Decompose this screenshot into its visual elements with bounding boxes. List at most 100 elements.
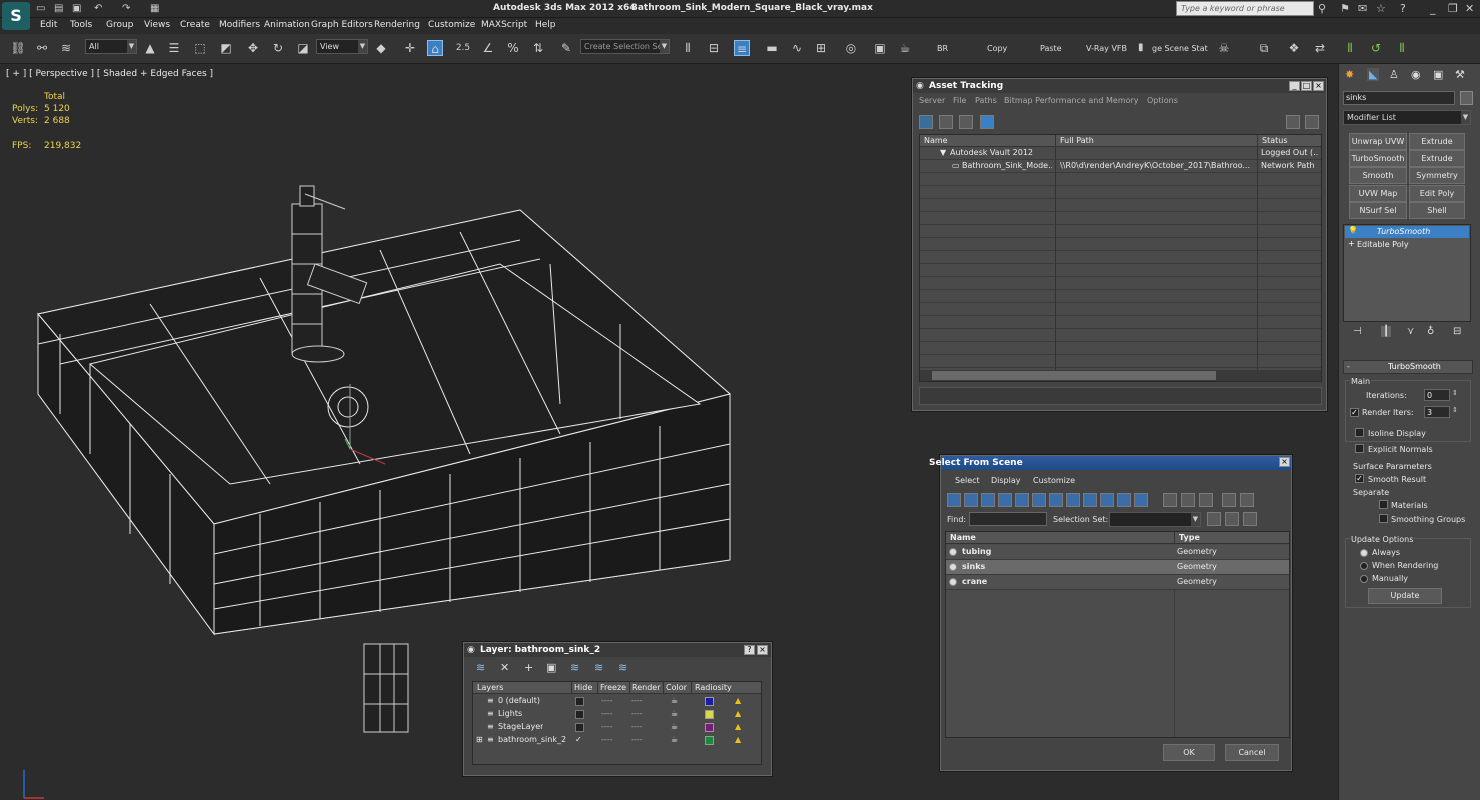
rectangle-selection-icon[interactable]: ⬚ <box>192 40 208 56</box>
maximize-button[interactable]: □ <box>1301 81 1312 91</box>
pin-stack-icon[interactable]: ⊣ <box>1353 326 1362 337</box>
favorites-icon[interactable]: ☆ <box>1376 2 1386 15</box>
object-paint-icon[interactable]: ❖ <box>1286 40 1302 56</box>
lightbulb-icon[interactable]: 💡 <box>1348 226 1358 235</box>
modifier-button-nsurf-sel[interactable]: NSurf Sel <box>1349 202 1407 219</box>
cancel-button[interactable]: Cancel <box>1225 744 1279 761</box>
modifier-button-extrude-2[interactable]: Extrude <box>1409 150 1465 167</box>
layer-manager-titlebar[interactable]: ◉ Layer: bathroom_sink_2 <box>464 643 771 657</box>
menu-tools[interactable]: Tools <box>70 20 92 30</box>
menu-animation[interactable]: Animation <box>264 20 310 30</box>
list-view-icon[interactable] <box>939 115 953 129</box>
layer-color-swatch[interactable] <box>705 736 714 745</box>
keyboard-shortcut-override-icon[interactable]: ⌂ <box>427 40 443 56</box>
layer-color-swatch[interactable] <box>705 697 714 706</box>
refresh-icon[interactable] <box>919 115 933 129</box>
selection-filter-dropdown[interactable]: All ▼ <box>85 39 137 54</box>
table-row[interactable]: ▼ Autodesk Vault 2012 Logged Out (... <box>920 147 1321 160</box>
radiosity-icon[interactable]: ▲ <box>735 734 741 746</box>
xrefs-filter-icon[interactable] <box>1066 493 1080 507</box>
cycle-green-icon[interactable]: ↺ <box>1368 40 1384 56</box>
display-invert-icon[interactable] <box>1199 493 1213 507</box>
align-icon[interactable]: ⊟ <box>706 40 722 56</box>
save-file-icon[interactable]: ▣ <box>72 3 81 14</box>
radiosity-icon[interactable]: ▲ <box>735 695 741 707</box>
delete-layer-icon[interactable]: ✕ <box>500 661 509 674</box>
menu-modifiers[interactable]: Modifiers <box>219 20 260 30</box>
bracket-green-icon[interactable]: ⦀ <box>1394 40 1410 56</box>
hide-all-icon[interactable]: ≋ <box>594 661 603 674</box>
current-layer-checkbox[interactable] <box>575 710 584 719</box>
menu-create[interactable]: Create <box>180 20 210 30</box>
close-icon[interactable]: ✕ <box>1465 2 1474 15</box>
modifier-button-uvw-map[interactable]: UVW Map <box>1349 185 1407 202</box>
select-object-icon[interactable]: ▲ <box>142 40 158 56</box>
hierarchy-tab-icon[interactable]: ♙ <box>1389 68 1399 81</box>
freeze-green-icon[interactable]: ⦀ <box>1342 40 1358 56</box>
modifier-button-turbosmooth[interactable]: TurboSmooth <box>1349 150 1407 167</box>
close-button[interactable]: × <box>757 645 768 655</box>
rotate-icon[interactable]: ↻ <box>270 40 286 56</box>
modifier-button-extrude[interactable]: Extrude <box>1409 133 1465 150</box>
table-view-icon[interactable] <box>980 115 994 129</box>
select-from-scene-titlebar[interactable]: Select From Scene <box>929 456 1291 470</box>
menu-customize[interactable]: Customize <box>428 20 475 30</box>
vray-vfb-button[interactable]: V-Ray VFB <box>1086 44 1127 53</box>
hide-toggle[interactable]: ---- <box>601 695 613 707</box>
menu-server[interactable]: Server <box>919 96 945 105</box>
menu-maxscript[interactable]: MAXScript <box>481 20 527 30</box>
spinner-arrows-icon[interactable]: ⇕ <box>1452 389 1458 397</box>
selection-set-dropdown[interactable]: ▼ <box>1109 512 1201 527</box>
object-color-swatch[interactable] <box>1460 91 1473 105</box>
hide-toggle[interactable]: ---- <box>601 708 613 720</box>
filter-icon[interactable] <box>1222 493 1236 507</box>
find-input[interactable] <box>969 512 1047 526</box>
menu-help[interactable]: Help <box>535 20 556 30</box>
display-all-icon[interactable] <box>1163 493 1177 507</box>
expand-icon[interactable]: ⊞ <box>476 734 483 746</box>
shapes-filter-icon[interactable] <box>964 493 978 507</box>
table-row[interactable]: ▭ Bathroom_Sink_Mode... \\R0\d\render\An… <box>920 160 1321 173</box>
open-file-icon[interactable]: ▤ <box>54 3 63 14</box>
current-layer-checkbox[interactable] <box>575 697 584 706</box>
freeze-toggle[interactable]: ---- <box>631 708 643 720</box>
add-to-layer-icon[interactable]: + <box>524 661 533 674</box>
modifier-button-shell[interactable]: Shell <box>1409 202 1465 219</box>
display-tab-icon[interactable]: ▣ <box>1433 68 1443 81</box>
menu-paths[interactable]: Paths <box>975 96 997 105</box>
pivot-center-icon[interactable]: ◆ <box>373 40 389 56</box>
render-setup-icon[interactable]: ▣ <box>872 40 888 56</box>
make-unique-icon[interactable]: ⋎ <box>1407 326 1414 337</box>
sort-icon[interactable] <box>1240 493 1254 507</box>
column-full-path[interactable]: Full Path <box>1055 135 1257 147</box>
graphite-modeling-icon[interactable]: ▬ <box>764 40 780 56</box>
menu-views[interactable]: Views <box>144 20 170 30</box>
layer-row[interactable]: ⊞ ≡ bathroom_sink_2 ✓ ---- ---- ☕ ▲ <box>473 734 761 747</box>
current-layer-checkmark-icon[interactable]: ✓ <box>575 734 582 746</box>
help-button[interactable]: ? <box>744 645 755 655</box>
layer-color-swatch[interactable] <box>705 710 714 719</box>
menu-file[interactable]: File <box>953 96 966 105</box>
geometry-filter-icon[interactable] <box>947 493 961 507</box>
space-warps-filter-icon[interactable] <box>1032 493 1046 507</box>
smooth-result-checkbox[interactable]: ✓ <box>1355 474 1364 483</box>
mirror-icon[interactable]: ⫴ <box>680 40 696 56</box>
freeze-toggle[interactable]: ---- <box>631 721 643 733</box>
hide-toggle[interactable]: ---- <box>601 721 613 733</box>
create-tab-icon[interactable]: ✸ <box>1345 68 1354 81</box>
scale-icon[interactable]: ◪ <box>295 40 311 56</box>
minimize-button[interactable]: _ <box>1289 81 1300 91</box>
hidden-filter-icon[interactable] <box>1134 493 1148 507</box>
column-type[interactable]: Type <box>1174 532 1289 544</box>
communication-icon[interactable]: ✉ <box>1358 2 1367 15</box>
update-manually-radio[interactable] <box>1360 575 1368 583</box>
project-folder-icon[interactable]: ▦ <box>150 3 159 14</box>
stack-item-turbosmooth[interactable]: 💡 TurboSmooth <box>1345 226 1469 238</box>
menu-group[interactable]: Group <box>106 20 133 30</box>
select-highlighted-icon[interactable]: ▣ <box>546 661 556 674</box>
helpers-filter-icon[interactable] <box>1015 493 1029 507</box>
highlight-selected-icon[interactable]: ≋ <box>570 661 579 674</box>
utilities-tab-icon[interactable]: ⚒ <box>1455 68 1465 81</box>
br-button[interactable]: BR <box>937 44 948 53</box>
material-editor-icon[interactable]: ◎ <box>843 40 859 56</box>
